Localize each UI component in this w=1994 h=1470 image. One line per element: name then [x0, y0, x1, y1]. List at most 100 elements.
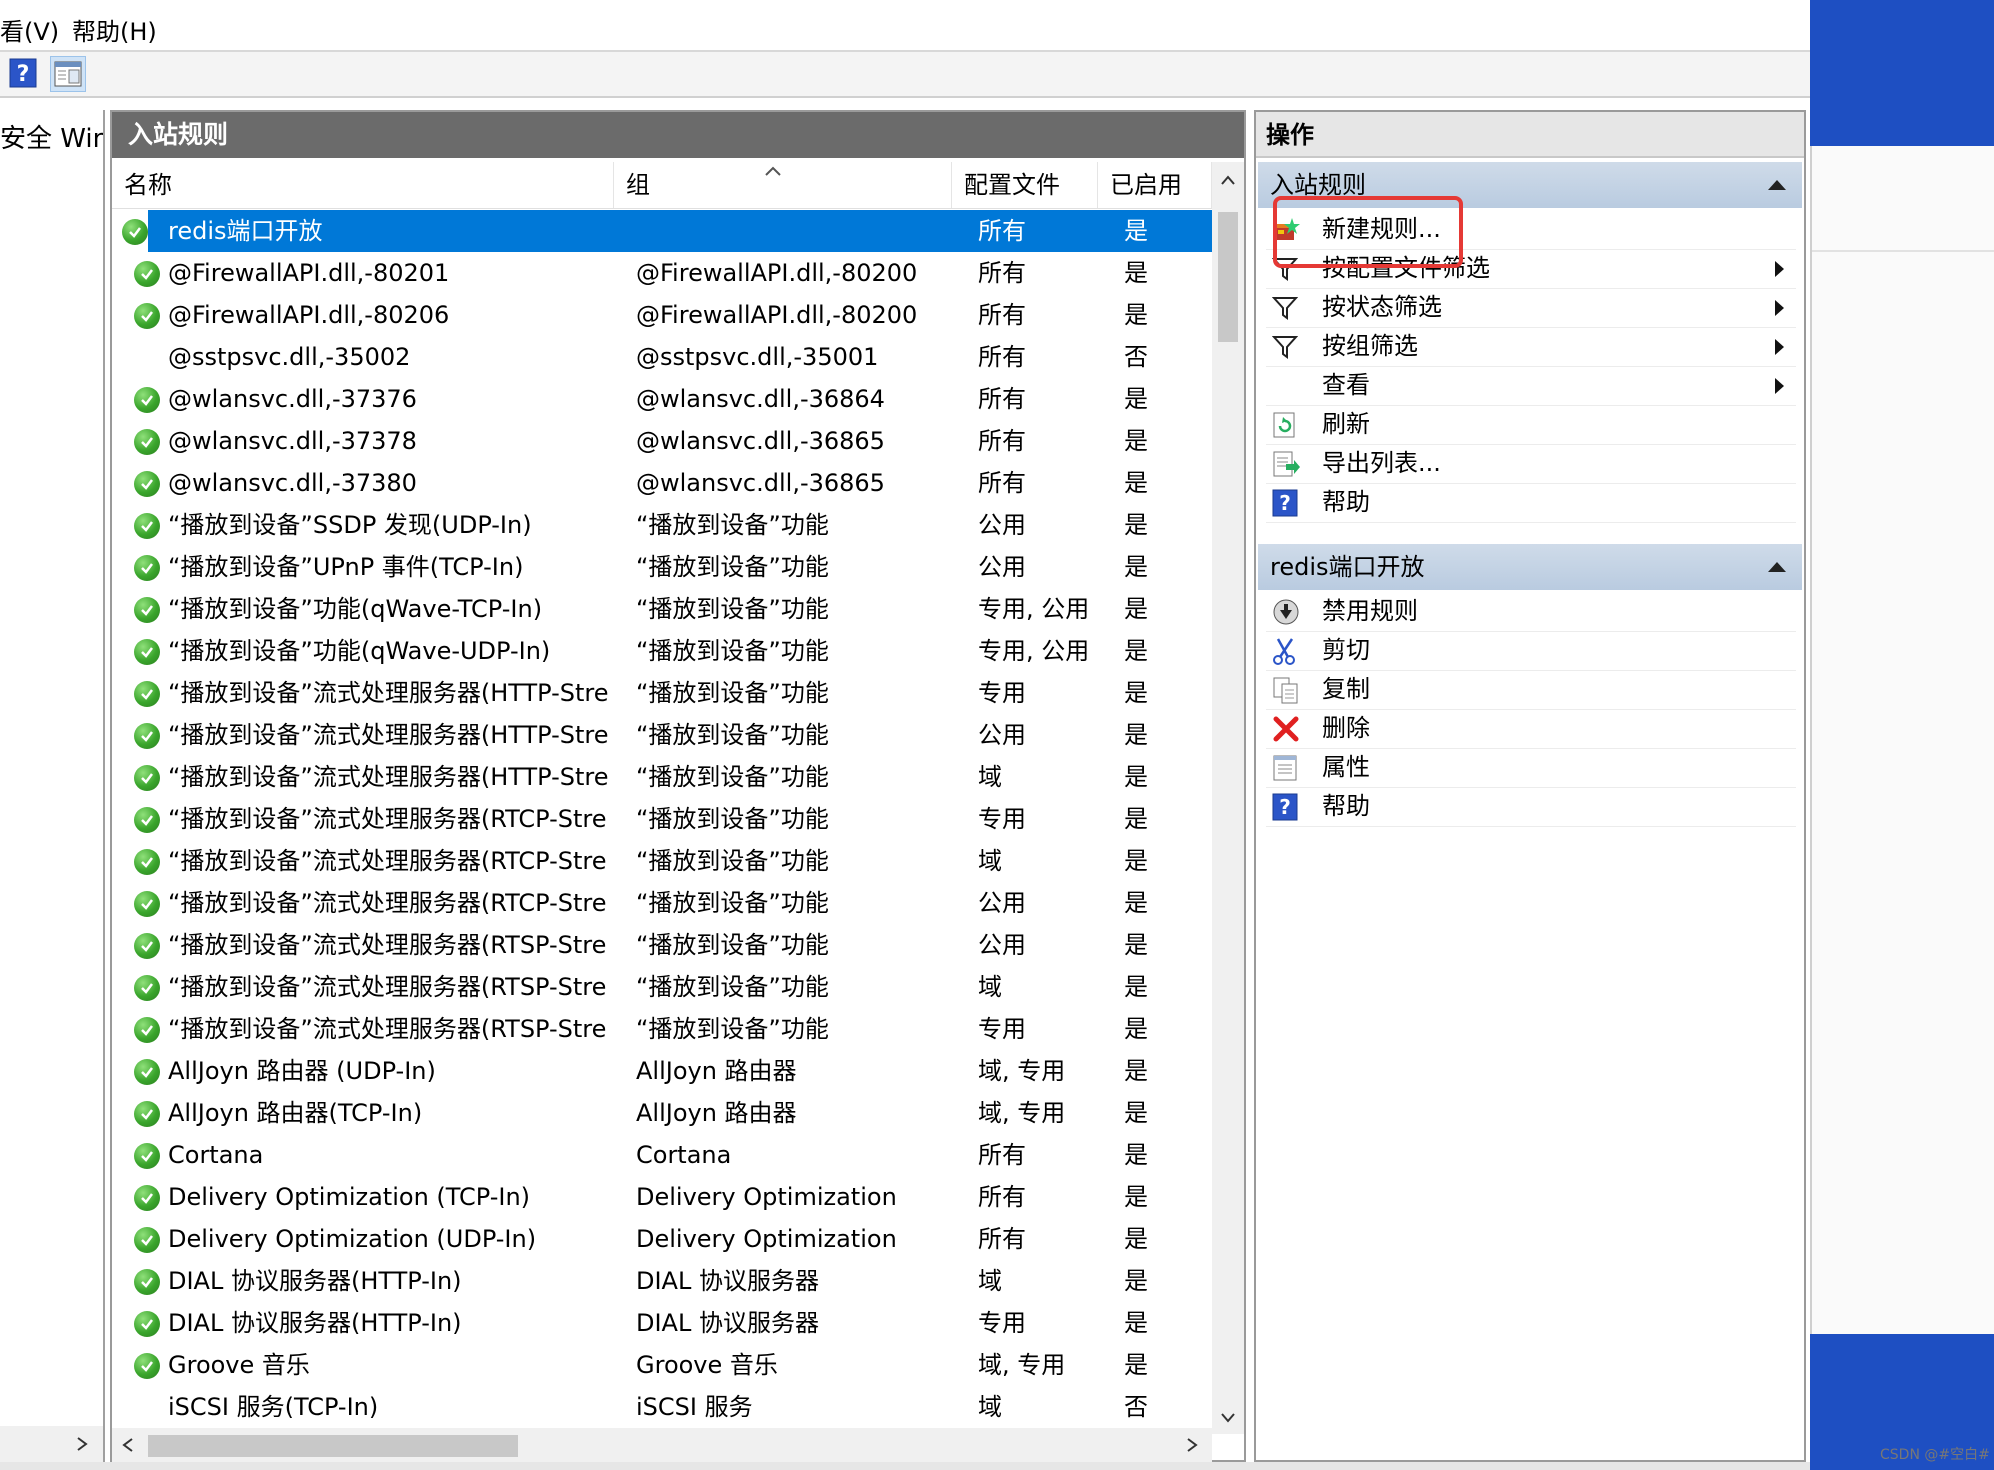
- table-row[interactable]: “播放到设备”流式处理服务器(RTSP-Stre... “播放到设备”功能 专用 是: [122, 1008, 1212, 1050]
- action-item[interactable]: 按状态筛选: [1266, 288, 1796, 328]
- column-header-profile[interactable]: 配置文件: [952, 162, 1098, 208]
- table-row[interactable]: AllJoyn 路由器(TCP-In) AllJoyn 路由器 域, 专用 是: [122, 1092, 1212, 1134]
- menu-view[interactable]: 看(V): [0, 12, 59, 47]
- scroll-right-icon[interactable]: [1186, 1437, 1198, 1453]
- tree-item-firewall[interactable]: 安全 Wind: [0, 118, 103, 155]
- collapse-section-icon[interactable]: [1768, 180, 1786, 190]
- rule-group: “播放到设备”功能: [636, 973, 829, 1001]
- rule-group: “播放到设备”功能: [636, 763, 829, 791]
- show-pane-toolbar-button[interactable]: [50, 56, 86, 92]
- rule-enabled: 是: [1124, 1141, 1148, 1169]
- table-row[interactable]: @wlansvc.dll,-37376 @wlansvc.dll,-36864 所有…: [122, 378, 1212, 420]
- rule-profile: 公用: [978, 889, 1026, 917]
- rule-enabled-icon: [134, 1311, 160, 1337]
- action-item[interactable]: ? 帮助: [1266, 787, 1796, 827]
- rule-enabled: 是: [1124, 721, 1148, 749]
- table-row[interactable]: DIAL 协议服务器(HTTP-In) DIAL 协议服务器 专用 是: [122, 1302, 1212, 1344]
- table-row[interactable]: Cortana Cortana 所有 是: [122, 1134, 1212, 1176]
- action-item[interactable]: 删除: [1266, 709, 1796, 749]
- table-row-selected[interactable]: redis端口开放 所有 是: [122, 210, 1212, 252]
- table-row[interactable]: “播放到设备”流式处理服务器(RTSP-Stre... “播放到设备”功能 域 是: [122, 966, 1212, 1008]
- table-row[interactable]: @wlansvc.dll,-37378 @wlansvc.dll,-36865 所有…: [122, 420, 1212, 462]
- actions-section-header-1[interactable]: redis端口开放: [1258, 544, 1802, 590]
- help-icon: ?: [1272, 489, 1300, 517]
- rule-enabled-icon: [134, 597, 160, 623]
- rule-group: “播放到设备”功能: [636, 721, 829, 749]
- rule-enabled-icon: [134, 891, 160, 917]
- action-item[interactable]: 刷新: [1266, 405, 1796, 445]
- scroll-up-icon[interactable]: [1220, 174, 1236, 186]
- action-item[interactable]: 属性: [1266, 748, 1796, 788]
- cut-icon: [1272, 637, 1300, 665]
- submenu-arrow-icon: [1775, 378, 1784, 394]
- table-row[interactable]: @sstpsvc.dll,-35002 @sstpsvc.dll,-35001 所有…: [122, 336, 1212, 378]
- left-pane-hscrollbar[interactable]: [0, 1426, 103, 1462]
- collapse-section-icon[interactable]: [1768, 562, 1786, 572]
- rule-name: Delivery Optimization (UDP-In): [168, 1225, 537, 1253]
- action-item[interactable]: ? 帮助: [1266, 483, 1796, 523]
- table-row[interactable]: @wlansvc.dll,-37380 @wlansvc.dll,-36865 所有…: [122, 462, 1212, 504]
- rules-hscrollbar[interactable]: [112, 1428, 1212, 1462]
- help-toolbar-button[interactable]: ?: [6, 56, 40, 90]
- rule-group: Delivery Optimization: [636, 1183, 897, 1211]
- table-row[interactable]: “播放到设备”流式处理服务器(RTCP-Stre... “播放到设备”功能 公用 是: [122, 882, 1212, 924]
- column-header-group[interactable]: 组: [614, 162, 952, 208]
- rule-group: iSCSI 服务: [636, 1393, 753, 1421]
- table-row[interactable]: “播放到设备”流式处理服务器(RTCP-Stre... “播放到设备”功能 专用 是: [122, 798, 1212, 840]
- column-header-name[interactable]: 名称: [112, 162, 614, 208]
- table-row[interactable]: DIAL 协议服务器(HTTP-In) DIAL 协议服务器 域 是: [122, 1260, 1212, 1302]
- rule-profile: 域: [978, 973, 1002, 1001]
- rule-group: “播放到设备”功能: [636, 847, 829, 875]
- rule-profile: 域, 专用: [978, 1351, 1066, 1379]
- table-row[interactable]: “播放到设备”流式处理服务器(HTTP-Stre... “播放到设备”功能 域 是: [122, 756, 1212, 798]
- refresh-icon: [1272, 411, 1300, 439]
- rule-enabled: 是: [1124, 511, 1148, 539]
- scroll-left-icon[interactable]: [122, 1437, 134, 1453]
- panel-title: 入站规则: [112, 112, 1244, 158]
- action-item[interactable]: 剪切: [1266, 631, 1796, 671]
- menu-help[interactable]: 帮助(H): [72, 12, 157, 47]
- actions-title: 操作: [1256, 112, 1804, 158]
- rule-group: “播放到设备”功能: [636, 805, 829, 833]
- toolbar: ?: [0, 52, 1810, 98]
- scroll-right-icon[interactable]: [76, 1436, 88, 1452]
- rule-enabled: 是: [1124, 217, 1148, 245]
- action-item[interactable]: 导出列表...: [1266, 444, 1796, 484]
- svg-text:?: ?: [1279, 491, 1291, 515]
- action-item[interactable]: 查看: [1266, 366, 1796, 406]
- table-row[interactable]: “播放到设备”流式处理服务器(RTCP-Stre... “播放到设备”功能 域 是: [122, 840, 1212, 882]
- table-row[interactable]: @FirewallAPI.dll,-80201 @FirewallAPI.dll,…: [122, 252, 1212, 294]
- table-row[interactable]: Delivery Optimization (UDP-In) Delivery O…: [122, 1218, 1212, 1260]
- rule-group: @FirewallAPI.dll,-80200: [636, 301, 918, 329]
- rule-enabled: 是: [1124, 1183, 1148, 1211]
- scroll-down-icon[interactable]: [1220, 1412, 1236, 1424]
- table-row[interactable]: “播放到设备”流式处理服务器(HTTP-Stre... “播放到设备”功能 专用 是: [122, 672, 1212, 714]
- watermark: CSDN @#空白#: [1880, 1447, 1990, 1463]
- table-row[interactable]: “播放到设备”SSDP 发现(UDP-In) “播放到设备”功能 公用 是: [122, 504, 1212, 546]
- action-item[interactable]: 复制: [1266, 670, 1796, 710]
- sort-ascending-icon: [765, 166, 781, 176]
- column-header-group-label: 组: [626, 171, 650, 199]
- rule-enabled: 是: [1124, 1057, 1148, 1085]
- action-label: 按状态筛选: [1322, 293, 1442, 321]
- background-window-divider: [1812, 250, 1994, 252]
- hscroll-thumb[interactable]: [148, 1435, 518, 1457]
- table-row[interactable]: AllJoyn 路由器 (UDP-In) AllJoyn 路由器 域, 专用 是: [122, 1050, 1212, 1092]
- rule-enabled: 是: [1124, 1225, 1148, 1253]
- table-row[interactable]: “播放到设备”功能(qWave-UDP-In) “播放到设备”功能 专用, 公用 是: [122, 630, 1212, 672]
- action-item[interactable]: 按组筛选: [1266, 327, 1796, 367]
- vscroll-thumb[interactable]: [1218, 212, 1238, 342]
- table-row[interactable]: @FirewallAPI.dll,-80206 @FirewallAPI.dll,…: [122, 294, 1212, 336]
- table-row[interactable]: Delivery Optimization (TCP-In) Delivery O…: [122, 1176, 1212, 1218]
- rule-name: @sstpsvc.dll,-35002: [168, 343, 411, 371]
- column-header-enabled[interactable]: 已启用: [1098, 162, 1212, 208]
- table-row[interactable]: Groove 音乐 Groove 音乐 域, 专用 是: [122, 1344, 1212, 1386]
- table-row[interactable]: “播放到设备”流式处理服务器(RTSP-Stre... “播放到设备”功能 公用 是: [122, 924, 1212, 966]
- rules-vscrollbar[interactable]: [1212, 162, 1244, 1434]
- table-row[interactable]: “播放到设备”功能(qWave-TCP-In) “播放到设备”功能 专用, 公用 是: [122, 588, 1212, 630]
- action-item[interactable]: 禁用规则: [1266, 592, 1796, 632]
- table-row[interactable]: “播放到设备”流式处理服务器(HTTP-Stre... “播放到设备”功能 公用 是: [122, 714, 1212, 756]
- table-row[interactable]: “播放到设备”UPnP 事件(TCP-In) “播放到设备”功能 公用 是: [122, 546, 1212, 588]
- table-row[interactable]: iSCSI 服务(TCP-In) iSCSI 服务 域 否: [122, 1386, 1212, 1428]
- rule-profile: 所有: [978, 217, 1026, 245]
